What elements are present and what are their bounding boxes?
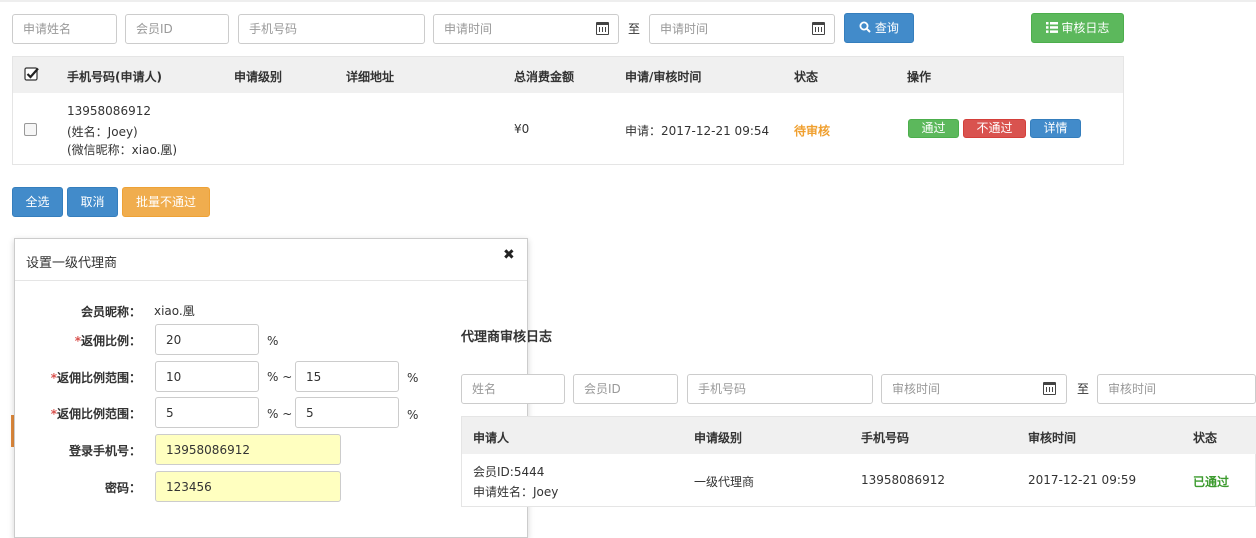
- row-wechat-nickname: (微信昵称：xiao.凰): [67, 143, 178, 157]
- modal-title: 设置一级代理商: [26, 256, 118, 271]
- password-input[interactable]: [155, 471, 341, 502]
- range-separator: % ~: [267, 370, 293, 384]
- batch-reject-button[interactable]: 批量不通过: [122, 187, 210, 217]
- audit-log-table: 申请人 申请级别 手机号码 审核时间 状态 会员ID:5444 申请姓名：Joe…: [461, 416, 1256, 507]
- calendar-icon[interactable]: [1043, 382, 1056, 395]
- reject-button[interactable]: 不通过: [963, 119, 1026, 138]
- rebate-label-text: 返佣比例：: [80, 334, 141, 348]
- applicant-name-input[interactable]: [12, 14, 117, 44]
- calendar-icon[interactable]: [812, 22, 825, 35]
- table-row: 13958086912 (姓名：Joey) (微信昵称：xiao.凰) ¥0 申…: [13, 93, 1123, 165]
- audit-col-phone: 手机号码: [861, 431, 910, 445]
- table-row: 会员ID:5444 申请姓名：Joey 一级代理商 13958086912 20…: [462, 454, 1256, 507]
- col-header-address: 详细地址: [346, 70, 395, 84]
- apply-date-end-input[interactable]: [649, 14, 835, 44]
- audit-row-level: 一级代理商: [694, 475, 755, 489]
- row-phone: 13958086912: [67, 104, 151, 118]
- range-separator: % ~: [267, 407, 293, 421]
- search-icon: [859, 21, 871, 33]
- col-header-level: 申请级别: [234, 70, 283, 84]
- percent-unit: %: [407, 371, 419, 385]
- list-icon: [1045, 22, 1058, 33]
- rebate-range-max-input[interactable]: [295, 361, 399, 392]
- applications-table: 手机号码(申请人) 申请级别 详细地址 总消费金额 申请/审核时间 状态 操作 …: [12, 56, 1124, 165]
- close-icon[interactable]: ✖: [503, 247, 515, 263]
- search-button-label: 查询: [874, 21, 899, 35]
- col-header-phone: 手机号码(申请人): [67, 70, 162, 84]
- modal-header: 设置一级代理商 ✖: [15, 239, 527, 281]
- col-header-time: 申请/审核时间: [625, 70, 702, 84]
- percent-unit: %: [267, 334, 279, 348]
- rebate-range-label: *返佣比例范围：: [51, 369, 141, 386]
- audit-row-time: 2017-12-21 09:59: [1028, 473, 1137, 487]
- rebate-range-label-text: 返佣比例范围：: [56, 371, 141, 385]
- col-header-actions: 操作: [907, 70, 932, 84]
- rebate-range-min-input[interactable]: [155, 397, 259, 428]
- audit-phone-input[interactable]: [687, 374, 873, 404]
- col-header-status: 状态: [794, 70, 819, 84]
- audit-col-status: 状态: [1193, 431, 1218, 445]
- calendar-icon[interactable]: [596, 22, 609, 35]
- select-all-button[interactable]: 全选: [12, 187, 63, 217]
- nickname-label: 会员昵称：: [80, 305, 141, 319]
- audit-col-applicant: 申请人: [473, 431, 510, 445]
- login-phone-input[interactable]: [155, 434, 341, 465]
- cancel-selection-button[interactable]: 取消: [67, 187, 118, 217]
- rebate-input[interactable]: [155, 324, 259, 355]
- audit-col-time: 审核时间: [1028, 431, 1077, 445]
- percent-unit: %: [407, 408, 419, 422]
- apply-date-start-input[interactable]: [433, 14, 619, 44]
- audit-row-member-id: 会员ID:5444: [473, 465, 545, 479]
- approve-button[interactable]: 通过: [908, 119, 959, 138]
- member-id-input[interactable]: [125, 14, 229, 44]
- row-checkbox[interactable]: [24, 123, 37, 136]
- rebate-label: *返佣比例：: [75, 332, 141, 349]
- audit-col-level: 申请级别: [694, 431, 743, 445]
- row-total-spend: ¥0: [514, 122, 530, 136]
- rebate-range-label-text: 返佣比例范围：: [56, 407, 141, 421]
- detail-button[interactable]: 详情: [1030, 119, 1081, 138]
- set-agent-modal: 设置一级代理商 ✖ 会员昵称： xiao.凰 *返佣比例： % *返佣比例范围：…: [14, 238, 528, 538]
- audit-row-status-badge: 已通过: [1193, 475, 1230, 489]
- login-phone-label: 登录手机号：: [68, 444, 141, 458]
- search-button[interactable]: 查询: [844, 13, 914, 43]
- row-apply-time: 申请：2017-12-21 09:54: [625, 124, 770, 138]
- col-header-total-spend: 总消费金额: [514, 70, 575, 84]
- rebate-range-max-input[interactable]: [295, 397, 399, 428]
- row-status-badge: 待审核: [794, 124, 831, 138]
- rebate-range-min-input[interactable]: [155, 361, 259, 392]
- audit-log-button[interactable]: 审核日志: [1031, 13, 1124, 43]
- audit-row-applicant-name: 申请姓名：Joey: [473, 485, 559, 499]
- audit-name-input[interactable]: [461, 374, 565, 404]
- audit-member-id-input[interactable]: [573, 374, 678, 404]
- select-all-checkbox[interactable]: [24, 66, 40, 82]
- nickname-value: xiao.凰: [154, 304, 195, 318]
- audit-row-phone: 13958086912: [861, 473, 945, 487]
- audit-table-header: [462, 417, 1256, 454]
- audit-date-range-separator: 至: [1077, 382, 1090, 396]
- audit-time-start-input[interactable]: [881, 374, 1067, 404]
- password-label: 密码：: [104, 481, 141, 495]
- rebate-range-label: *返佣比例范围：: [51, 405, 141, 422]
- row-applicant-name: (姓名：Joey): [67, 125, 138, 139]
- audit-log-title: 代理商审核日志: [461, 330, 553, 345]
- audit-log-button-label: 审核日志: [1061, 21, 1110, 35]
- phone-input[interactable]: [238, 14, 425, 44]
- audit-time-end-input[interactable]: [1097, 374, 1256, 404]
- date-range-separator: 至: [628, 22, 641, 36]
